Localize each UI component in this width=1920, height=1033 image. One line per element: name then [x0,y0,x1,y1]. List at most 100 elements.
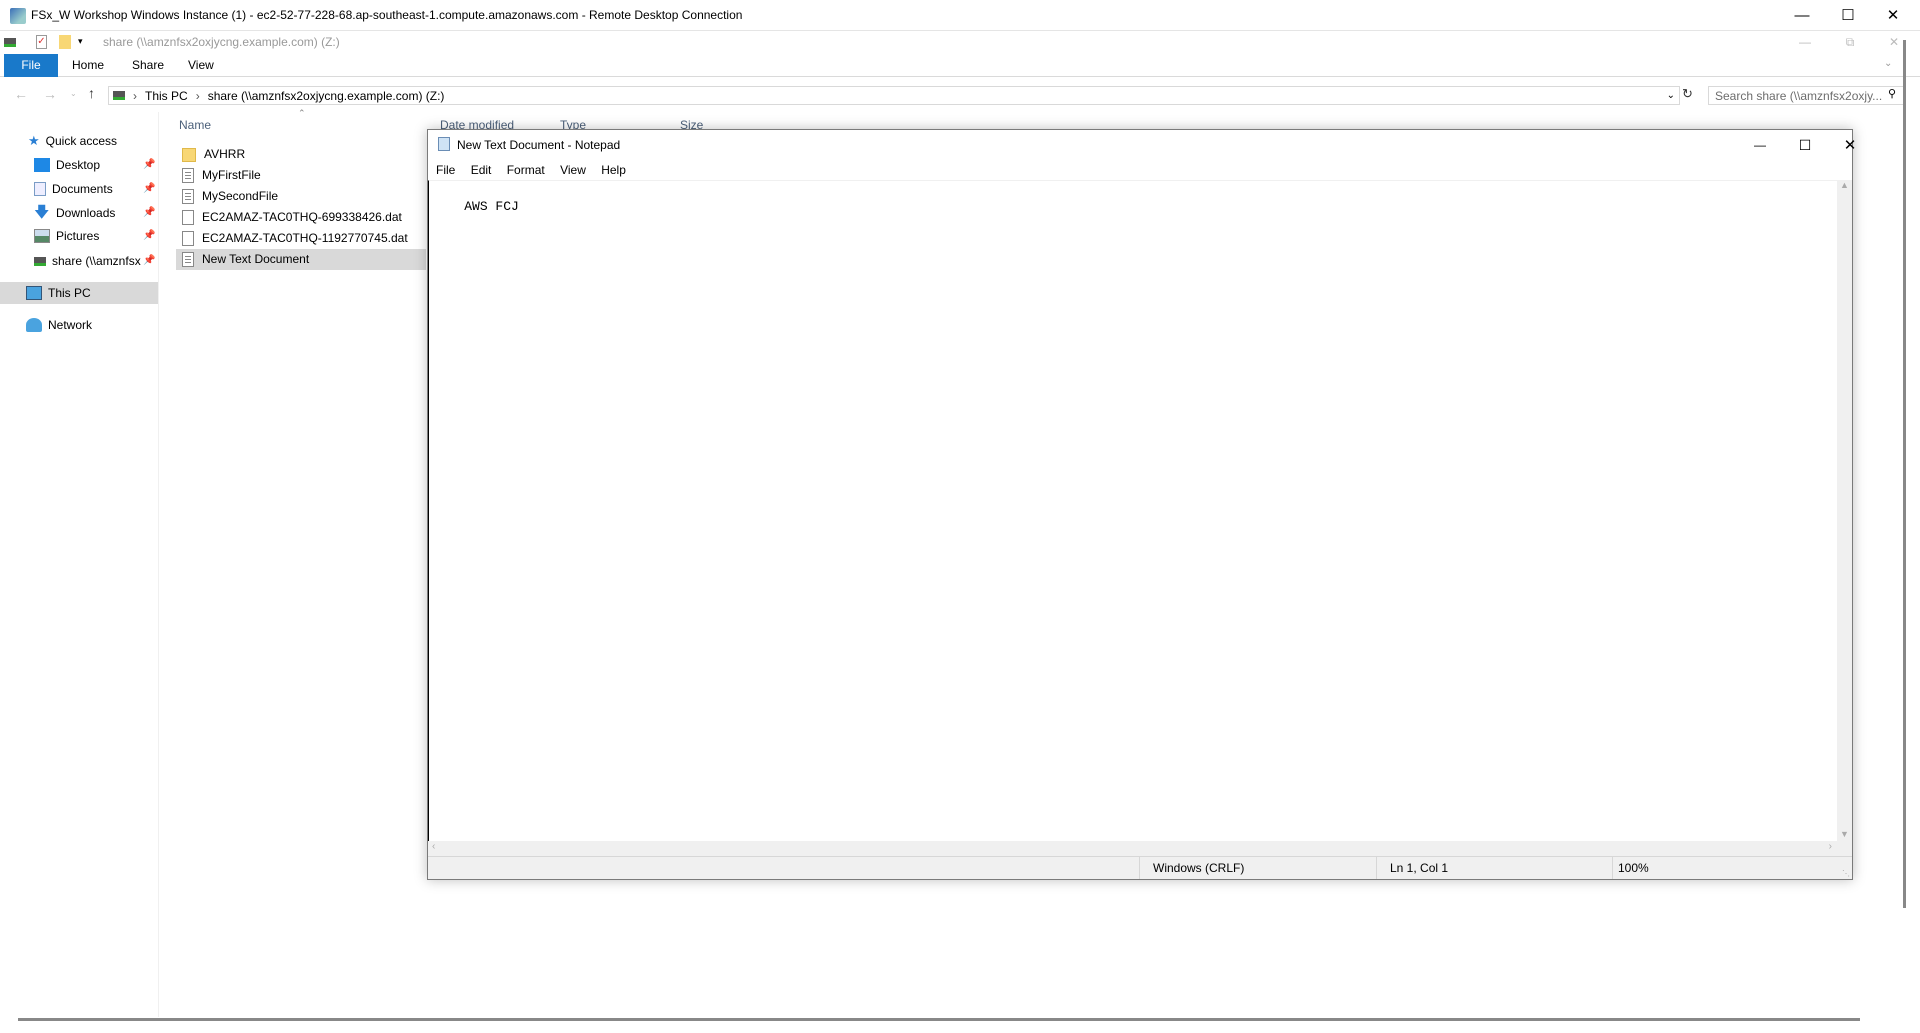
notepad-icon [438,137,450,151]
notepad-maximize-button[interactable]: ☐ [1782,130,1828,160]
scroll-down-icon[interactable]: ▼ [1837,829,1852,839]
pin-icon[interactable]: 📌 [143,154,155,176]
menu-edit[interactable]: Edit [471,163,492,177]
menu-file[interactable]: File [436,163,455,177]
search-input[interactable]: Search share (\\amznfsx2oxjy... [1708,86,1904,105]
properties-icon[interactable]: ✓ [36,35,47,49]
pin-icon[interactable]: 📌 [143,202,155,224]
notepad-vertical-scrollbar[interactable]: ▲ ▼ [1837,180,1852,841]
notepad-menu-bar: File Edit Format View Help [436,163,638,177]
rdp-close-button[interactable]: ✕ [1870,0,1916,30]
column-header-name[interactable]: Name [179,118,211,132]
navigation-pane: ★ Quick access Desktop 📌 Documents 📌 🡇 Downl… [0,112,159,1017]
rdp-minimize-button[interactable]: — [1779,0,1825,30]
notepad-text-area[interactable]: AWS FCJ [428,180,1837,841]
file-name: MySecondFile [202,189,279,203]
status-separator [1139,857,1140,879]
ribbon-tab-file[interactable]: File [4,54,58,77]
nav-quick-access[interactable]: ★ Quick access [28,130,117,152]
rdp-maximize-button[interactable]: ☐ [1825,0,1871,30]
status-line-ending: Windows (CRLF) [1153,861,1245,875]
ribbon-expand-icon[interactable]: ⌄ [1884,58,1892,69]
rdp-app-icon [10,8,26,24]
breadcrumb-share[interactable]: share (\\amznfsx2oxjycng.example.com) (Z… [208,89,445,103]
customize-qat-icon[interactable]: ▾ [78,36,83,47]
downloads-icon: 🡇 [34,204,50,221]
file-row[interactable]: EC2AMAZ-TAC0THQ-699338426.dat [176,207,426,228]
notepad-minimize-button[interactable]: — [1737,130,1783,160]
explorer-vertical-scrollbar[interactable] [1903,40,1906,908]
folder-icon [182,147,196,162]
notepad-close-button[interactable]: ✕ [1827,130,1873,160]
resize-grip-icon[interactable]: ⋱ [1842,869,1850,878]
scroll-left-icon[interactable]: ‹ [432,841,435,852]
nav-label: Documents [52,182,113,196]
notepad-horizontal-scrollbar[interactable]: ‹ › [428,841,1852,856]
file-row[interactable]: EC2AMAZ-TAC0THQ-1192770745.dat [176,228,426,249]
nav-network[interactable]: Network [26,314,92,336]
menu-format[interactable]: Format [507,163,545,177]
breadcrumb-separator: › [195,88,200,103]
refresh-button[interactable]: ↻ [1682,86,1693,102]
file-row-selected[interactable]: New Text Document [176,249,426,270]
scroll-right-icon[interactable]: › [1829,841,1832,852]
explorer-minimize-button[interactable]: — [1782,27,1828,57]
file-name: EC2AMAZ-TAC0THQ-699338426.dat [202,210,402,224]
explorer-restore-button[interactable]: ⧉ [1827,27,1873,57]
ribbon-tab-home[interactable]: Home [60,54,116,77]
file-row[interactable]: MySecondFile [176,186,426,207]
status-separator [1376,857,1377,879]
text-file-icon [182,252,194,267]
nav-downloads[interactable]: 🡇 Downloads 📌 [34,202,159,224]
rdp-window-title: FSx_W Workshop Windows Instance (1) - ec… [31,8,743,22]
new-folder-icon[interactable] [59,35,71,49]
file-row[interactable]: AVHRR [176,144,426,165]
file-row[interactable]: MyFirstFile [176,165,426,186]
pin-icon[interactable]: 📌 [143,225,155,247]
address-dropdown-icon[interactable]: ⌄ [1667,90,1675,101]
status-zoom: 100% [1618,861,1649,875]
file-icon [182,231,194,246]
nav-label: share (\\amznfsx [52,254,141,268]
network-icon [26,318,42,332]
up-button[interactable]: ↑ [88,85,95,101]
nav-share[interactable]: share (\\amznfsx 📌 [34,250,159,272]
file-icon [182,210,194,225]
nav-desktop[interactable]: Desktop 📌 [34,154,159,176]
nav-this-pc-label[interactable]: This PC [26,282,91,304]
documents-icon [34,182,46,196]
sort-ascending-icon: ⌃ [298,108,306,118]
status-separator [1612,857,1613,879]
forward-button[interactable]: → [43,86,57,102]
file-name: AVHRR [204,147,246,161]
scroll-up-icon[interactable]: ▲ [1837,180,1852,190]
back-button[interactable]: ← [14,86,28,102]
menu-help[interactable]: Help [601,163,626,177]
address-bar[interactable]: › This PC › share (\\amznfsx2oxjycng.exa… [108,86,1680,105]
pin-icon[interactable]: 📌 [143,250,156,272]
nav-label: Network [48,318,93,332]
nav-documents[interactable]: Documents 📌 [34,178,159,200]
text-file-icon [182,168,194,183]
pictures-icon [34,229,50,243]
network-drive-icon [34,256,46,266]
rdp-title-bar: FSx_W Workshop Windows Instance (1) - ec… [0,0,1920,31]
ribbon-tab-share[interactable]: Share [120,54,176,77]
nav-label: Desktop [56,158,101,172]
breadcrumb-this-pc[interactable]: This PC [145,89,188,103]
explorer-horizontal-scrollbar[interactable] [18,1018,1860,1021]
nav-label: Downloads [56,206,116,220]
recent-locations-button[interactable]: ⌄ [70,89,77,98]
search-icon: ⚲ [1888,88,1897,100]
explorer-close-button[interactable]: ✕ [1871,27,1917,57]
notepad-status-bar: Windows (CRLF) Ln 1, Col 1 100% ⋱ [428,856,1852,879]
explorer-quick-access-toolbar: ✓ ▾ share (\\amznfsx2oxjycng.example.com… [0,31,1920,53]
file-name: New Text Document [202,252,310,266]
nav-pictures[interactable]: Pictures 📌 [34,225,159,247]
pin-icon[interactable]: 📌 [143,178,155,200]
menu-view[interactable]: View [560,163,586,177]
ribbon-tabs: File Home Share View ⌄ [0,54,1920,77]
ribbon-tab-view[interactable]: View [176,54,226,77]
nav-label: Pictures [56,229,100,243]
desktop-icon [34,158,50,172]
